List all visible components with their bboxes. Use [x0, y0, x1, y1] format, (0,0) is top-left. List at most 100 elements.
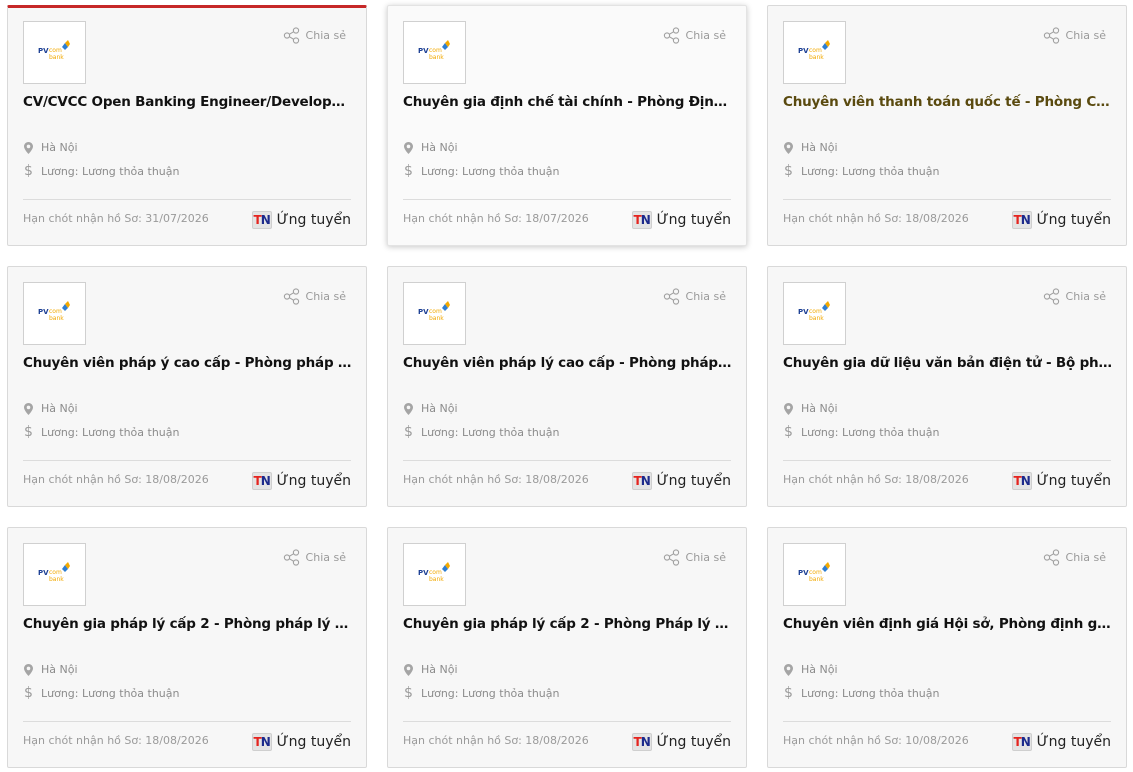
apply-button[interactable]: TN Ứng tuyển [631, 733, 731, 751]
share-button[interactable]: Chia sẻ [663, 27, 726, 44]
apply-button[interactable]: TN Ứng tuyển [251, 472, 351, 490]
job-title[interactable]: Chuyên viên pháp lý cao cấp - Phòng pháp… [403, 355, 733, 371]
company-logo[interactable]: PV com bank [403, 543, 466, 606]
deadline-text: Hạn chót nhận hồ Sơ: 18/08/2026 [23, 473, 209, 486]
logo-text-pv: PV [798, 47, 809, 55]
deadline-text: Hạn chót nhận hồ Sơ: 18/08/2026 [403, 473, 589, 486]
location-text: Hà Nội [41, 141, 78, 154]
job-card[interactable]: PV com bank Chia sẻ Chuyên gia định chế … [387, 5, 747, 246]
card-divider [403, 199, 731, 200]
share-button[interactable]: Chia sẻ [1043, 288, 1106, 305]
salary-text: Lương: Lương thỏa thuận [41, 164, 180, 178]
company-logo[interactable]: PV com bank [23, 282, 86, 345]
job-location: Hà Nội [403, 663, 458, 676]
job-salary: $ Lương: Lương thỏa thuận [403, 424, 559, 440]
apply-button[interactable]: TN Ứng tuyển [631, 472, 731, 490]
logo-text-pv: PV [798, 308, 809, 316]
tn-logo-icon: TN [251, 472, 272, 490]
apply-button[interactable]: TN Ứng tuyển [1011, 211, 1111, 229]
share-icon [1043, 549, 1059, 566]
job-title[interactable]: CV/CVCC Open Banking Engineer/Developer … [23, 94, 353, 110]
job-card[interactable]: PV com bank Chia sẻ Chuyên gia dữ liệu v… [767, 266, 1127, 507]
company-logo[interactable]: PV com bank [23, 21, 86, 84]
share-button[interactable]: Chia sẻ [663, 549, 726, 566]
job-salary: $ Lương: Lương thỏa thuận [403, 685, 560, 701]
deadline-text: Hạn chót nhận hồ Sơ: 18/08/2026 [403, 734, 589, 747]
share-button[interactable]: Chia sẻ [1043, 27, 1106, 44]
apply-button[interactable]: TN Ứng tuyển [1011, 472, 1111, 490]
job-title[interactable]: Chuyên gia pháp lý cấp 2 - Phòng Pháp lý… [403, 616, 733, 632]
share-button[interactable]: Chia sẻ [1043, 549, 1106, 566]
job-title[interactable]: Chuyên gia pháp lý cấp 2 - Phòng pháp lý… [23, 616, 353, 632]
logo-text-com: com [809, 47, 822, 54]
logo-text-com: com [429, 47, 442, 54]
location-text: Hà Nội [801, 663, 838, 676]
job-card[interactable]: PV com bank Chia sẻ Chuyên viên pháp ý c… [7, 266, 367, 507]
map-pin-icon [403, 402, 414, 415]
card-divider [23, 721, 351, 722]
pvcombank-logo-icon: PV com bank [418, 39, 450, 61]
dollar-icon: $ [24, 685, 33, 701]
apply-button[interactable]: TN Ứng tuyển [251, 733, 351, 751]
job-location: Hà Nội [403, 402, 458, 415]
apply-label: Ứng tuyển [1036, 212, 1111, 228]
job-card[interactable]: PV com bank Chia sẻ Chuyên gia pháp lý c… [7, 527, 367, 768]
job-card-grid: PV com bank Chia sẻ CV/CVCC Open Banking… [7, 5, 1127, 768]
share-button[interactable]: Chia sẻ [283, 549, 346, 566]
dollar-icon: $ [784, 424, 793, 440]
share-icon [1043, 288, 1059, 305]
job-title[interactable]: Chuyên gia định chế tài chính - Phòng Đị… [403, 94, 733, 110]
share-button[interactable]: Chia sẻ [283, 27, 346, 44]
map-pin-icon [403, 663, 414, 676]
job-card[interactable]: PV com bank Chia sẻ Chuyên gia pháp lý c… [387, 527, 747, 768]
share-label: Chia sẻ [685, 29, 726, 42]
salary-text: Lương: Lương thỏa thuận [801, 686, 940, 700]
apply-button[interactable]: TN Ứng tuyển [1011, 733, 1111, 751]
company-logo[interactable]: PV com bank [783, 282, 846, 345]
job-salary: $ Lương: Lương thỏa thuận [23, 163, 180, 179]
job-card[interactable]: PV com bank Chia sẻ Chuyên viên pháp lý … [387, 266, 747, 507]
logo-text-com: com [49, 569, 62, 576]
apply-button[interactable]: TN Ứng tuyển [631, 211, 731, 229]
logo-text-com: com [429, 308, 442, 315]
job-salary: $ Lương: Lương thỏa thuận [403, 163, 559, 179]
pvcombank-logo-icon: PV com bank [418, 300, 450, 322]
job-title[interactable]: Chuyên viên thanh toán quốc tế - Phòng C… [783, 94, 1113, 110]
share-icon [283, 288, 299, 305]
card-divider [23, 199, 351, 200]
share-icon [663, 549, 679, 566]
location-text: Hà Nội [41, 402, 78, 415]
logo-text-pv: PV [418, 569, 429, 577]
job-title[interactable]: Chuyên viên định giá Hội sở, Phòng định … [783, 616, 1113, 632]
company-logo[interactable]: PV com bank [403, 21, 466, 84]
dollar-icon: $ [404, 685, 413, 701]
logo-text-bank: bank [49, 315, 64, 322]
company-logo[interactable]: PV com bank [783, 21, 846, 84]
apply-label: Ứng tuyển [276, 473, 351, 489]
card-divider [783, 199, 1111, 200]
share-label: Chia sẻ [685, 290, 726, 303]
job-card[interactable]: PV com bank Chia sẻ CV/CVCC Open Banking… [7, 5, 367, 246]
company-logo[interactable]: PV com bank [403, 282, 466, 345]
job-salary: $ Lương: Lương thỏa thuận [783, 685, 940, 701]
salary-text: Lương: Lương thỏa thuận [421, 686, 560, 700]
card-divider [783, 460, 1111, 461]
dollar-icon: $ [24, 163, 33, 179]
job-title[interactable]: Chuyên viên pháp ý cao cấp - Phòng pháp … [23, 355, 353, 371]
job-title[interactable]: Chuyên gia dữ liệu văn bản điện tử - Bộ … [783, 355, 1113, 371]
tn-logo-icon: TN [251, 733, 272, 751]
share-button[interactable]: Chia sẻ [283, 288, 346, 305]
dollar-icon: $ [404, 424, 413, 440]
share-button[interactable]: Chia sẻ [663, 288, 726, 305]
location-text: Hà Nội [421, 141, 458, 154]
share-icon [663, 288, 679, 305]
company-logo[interactable]: PV com bank [783, 543, 846, 606]
company-logo[interactable]: PV com bank [23, 543, 86, 606]
job-card[interactable]: PV com bank Chia sẻ Chuyên viên định giá… [767, 527, 1127, 768]
apply-button[interactable]: TN Ứng tuyển [251, 211, 351, 229]
job-card[interactable]: PV com bank Chia sẻ Chuyên viên thanh to… [767, 5, 1127, 246]
logo-text-pv: PV [418, 47, 429, 55]
job-location: Hà Nội [23, 402, 78, 415]
map-pin-icon [783, 141, 794, 154]
logo-text-pv: PV [38, 569, 49, 577]
